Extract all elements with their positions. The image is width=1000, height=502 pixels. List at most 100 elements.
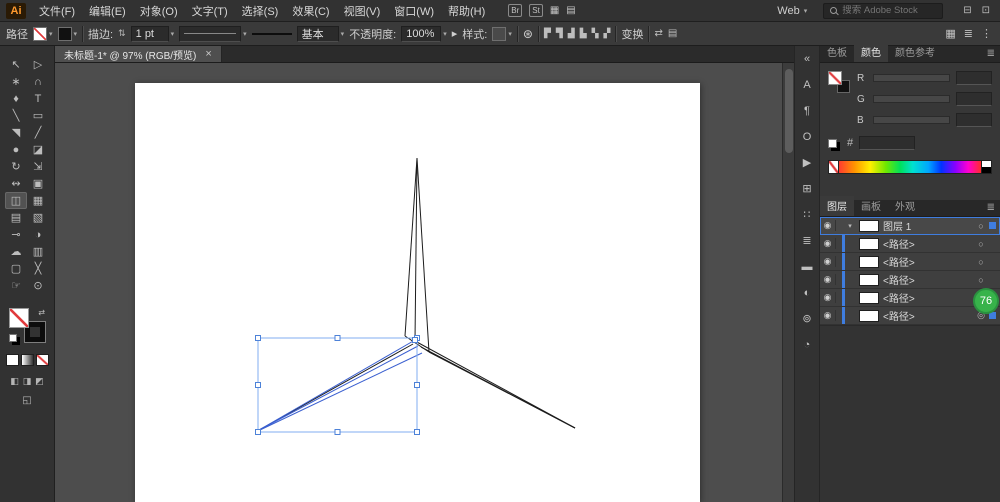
eyedropper-tool[interactable]: ⊸ bbox=[5, 226, 27, 243]
shape-builder-tool[interactable]: ◫ bbox=[5, 192, 27, 209]
direct-selection-tool[interactable]: ▷ bbox=[27, 56, 49, 73]
arrange-documents-icon[interactable]: ▦ bbox=[550, 5, 559, 16]
align-panel-icon[interactable]: ≣ bbox=[797, 232, 817, 249]
brush-definition-dropdown[interactable]: 基本 ▾ bbox=[296, 25, 344, 42]
menu-item[interactable]: 文字(T) bbox=[185, 3, 235, 19]
panel-menu-icon[interactable]: ≣ bbox=[987, 48, 1000, 62]
menu-item[interactable]: 窗口(W) bbox=[387, 3, 441, 19]
layer-thumbnail[interactable] bbox=[859, 219, 879, 232]
opacity-flyout-icon[interactable]: ▸ bbox=[452, 27, 458, 40]
rectangle-tool[interactable]: ▭ bbox=[27, 107, 49, 124]
fill-stroke-proxy[interactable]: ⇄ bbox=[9, 308, 46, 343]
tab-appearance[interactable]: 外观 bbox=[888, 196, 922, 216]
menu-icon[interactable]: ▤ bbox=[668, 28, 677, 39]
appearance-panel-icon[interactable]: ◔ bbox=[797, 336, 817, 353]
style-dropdown[interactable]: ▾ bbox=[492, 26, 512, 41]
tab-artboards[interactable]: 画板 bbox=[854, 196, 888, 216]
layer-thumbnail[interactable] bbox=[859, 291, 879, 304]
type-tool[interactable]: T bbox=[27, 90, 49, 107]
layer-label[interactable]: <路径> bbox=[883, 272, 974, 287]
panel-menu-icon[interactable]: ≣ bbox=[987, 202, 1000, 216]
notification-badge[interactable]: 76 bbox=[973, 288, 999, 314]
draw-normal-icon[interactable]: ◧ bbox=[10, 376, 19, 387]
layer-label[interactable]: 图层 1 bbox=[883, 218, 974, 233]
layer-label[interactable]: <路径> bbox=[883, 308, 974, 323]
perspective-grid-tool[interactable]: ▦ bbox=[27, 192, 49, 209]
character-panel-icon[interactable]: A bbox=[797, 76, 817, 93]
menu-item[interactable]: 选择(S) bbox=[235, 3, 286, 19]
pen-tool[interactable]: ♦ bbox=[5, 90, 27, 107]
collapse-dock-icon[interactable]: ⊟ bbox=[963, 5, 971, 16]
align-right-icon[interactable]: ▟ bbox=[568, 28, 575, 39]
more-options-icon[interactable]: ⋮ bbox=[981, 27, 992, 40]
tab-color-guide[interactable]: 颜色参考 bbox=[888, 42, 942, 62]
layer-label[interactable]: <路径> bbox=[883, 236, 974, 251]
tab-swatches[interactable]: 色板 bbox=[820, 42, 854, 62]
hex-input[interactable] bbox=[859, 136, 916, 150]
canvas[interactable] bbox=[55, 63, 794, 502]
spectrum-bw-swatches[interactable] bbox=[981, 160, 992, 174]
document-tab[interactable]: 未标题-1* @ 97% (RGB/预览) × bbox=[55, 46, 222, 62]
column-graph-tool[interactable]: ▥ bbox=[27, 243, 49, 260]
export-panel-icon[interactable]: ⊞ bbox=[797, 180, 817, 197]
channel-slider[interactable] bbox=[873, 95, 950, 103]
layer-thumbnail[interactable] bbox=[859, 255, 879, 268]
stroke-panel-icon[interactable]: ▬ bbox=[797, 258, 817, 275]
fill-none-proxy-swatch[interactable] bbox=[9, 308, 29, 328]
none-button[interactable] bbox=[35, 354, 49, 366]
stroke-color-dropdown[interactable]: ▾ bbox=[57, 26, 77, 41]
layer-label[interactable]: <路径> bbox=[883, 290, 974, 305]
visibility-eye-icon[interactable]: ◉ bbox=[820, 292, 836, 303]
screen-mode-button[interactable]: ◱ bbox=[22, 395, 31, 406]
channel-value-input[interactable] bbox=[956, 71, 992, 85]
channel-value-input[interactable] bbox=[956, 113, 992, 127]
scale-tool[interactable]: ⇲ bbox=[27, 158, 49, 175]
rotate-tool[interactable]: ↻ bbox=[5, 158, 27, 175]
tab-color[interactable]: 颜色 bbox=[854, 42, 888, 62]
stroke-stepper-icon[interactable]: ⇅ bbox=[118, 28, 126, 39]
stock-search[interactable] bbox=[823, 2, 944, 19]
path-row[interactable]: ◉ <路径> ○ bbox=[820, 271, 1000, 289]
channel-value-input[interactable] bbox=[956, 92, 992, 106]
menu-item[interactable]: 文件(F) bbox=[32, 3, 82, 19]
gradient-panel-icon[interactable]: ◐ bbox=[797, 284, 817, 301]
restore-window-icon[interactable]: ⊡ bbox=[982, 5, 990, 16]
menu-item[interactable]: 编辑(E) bbox=[82, 3, 133, 19]
target-circle-icon[interactable]: ○ bbox=[974, 221, 988, 231]
stroke-weight-dropdown[interactable]: 1 pt ▾ bbox=[130, 25, 174, 42]
menu-item[interactable]: 对象(O) bbox=[133, 3, 185, 19]
symbol-sprayer-tool[interactable]: ☁ bbox=[5, 243, 27, 260]
default-swatches-icon[interactable] bbox=[828, 138, 837, 148]
align-hcenter-icon[interactable]: ▜ bbox=[556, 28, 563, 39]
bridge-icon[interactable]: Br bbox=[508, 4, 523, 17]
workspace-switcher[interactable]: Web ▾ bbox=[777, 5, 807, 17]
blob-brush-tool[interactable]: ● bbox=[5, 141, 27, 158]
swap-fill-stroke-icon[interactable]: ⇄ bbox=[38, 308, 45, 317]
document-layout-icon[interactable]: ▤ bbox=[566, 5, 575, 16]
channel-slider[interactable] bbox=[873, 74, 950, 82]
width-tool[interactable]: ↭ bbox=[5, 175, 27, 192]
panel-list-icon[interactable]: ≣ bbox=[964, 27, 973, 40]
line-segment-tool[interactable]: ╲ bbox=[5, 107, 27, 124]
lasso-tool[interactable]: ∩ bbox=[27, 73, 49, 90]
zoom-tool[interactable]: ⊙ bbox=[27, 277, 49, 294]
visibility-eye-icon[interactable]: ◉ bbox=[820, 256, 836, 267]
stock-icon[interactable]: St bbox=[529, 4, 543, 17]
gradient-button[interactable] bbox=[20, 354, 34, 366]
layer-thumbnail[interactable] bbox=[859, 237, 879, 250]
visibility-eye-icon[interactable]: ◉ bbox=[820, 238, 836, 249]
target-circle-icon[interactable]: ○ bbox=[974, 275, 988, 285]
color-fill-stroke-proxy[interactable] bbox=[828, 71, 850, 93]
paragraph-panel-icon[interactable]: ¶ bbox=[797, 102, 817, 119]
color-button[interactable] bbox=[5, 354, 19, 366]
opacity-dropdown[interactable]: 100% ▾ bbox=[401, 25, 447, 42]
magic-wand-tool[interactable]: ∗ bbox=[5, 73, 27, 90]
align-bottom-icon[interactable]: ▞ bbox=[604, 28, 611, 39]
transform-panel-icon[interactable]: ∷ bbox=[797, 206, 817, 223]
fill-color-dropdown[interactable]: ▾ bbox=[33, 26, 53, 41]
menu-item[interactable]: 视图(V) bbox=[337, 3, 388, 19]
draw-inside-icon[interactable]: ◩ bbox=[35, 376, 44, 387]
free-transform-tool[interactable]: ▣ bbox=[27, 175, 49, 192]
pencil-tool[interactable]: ╱ bbox=[27, 124, 49, 141]
default-fill-stroke-icon[interactable] bbox=[9, 334, 17, 342]
